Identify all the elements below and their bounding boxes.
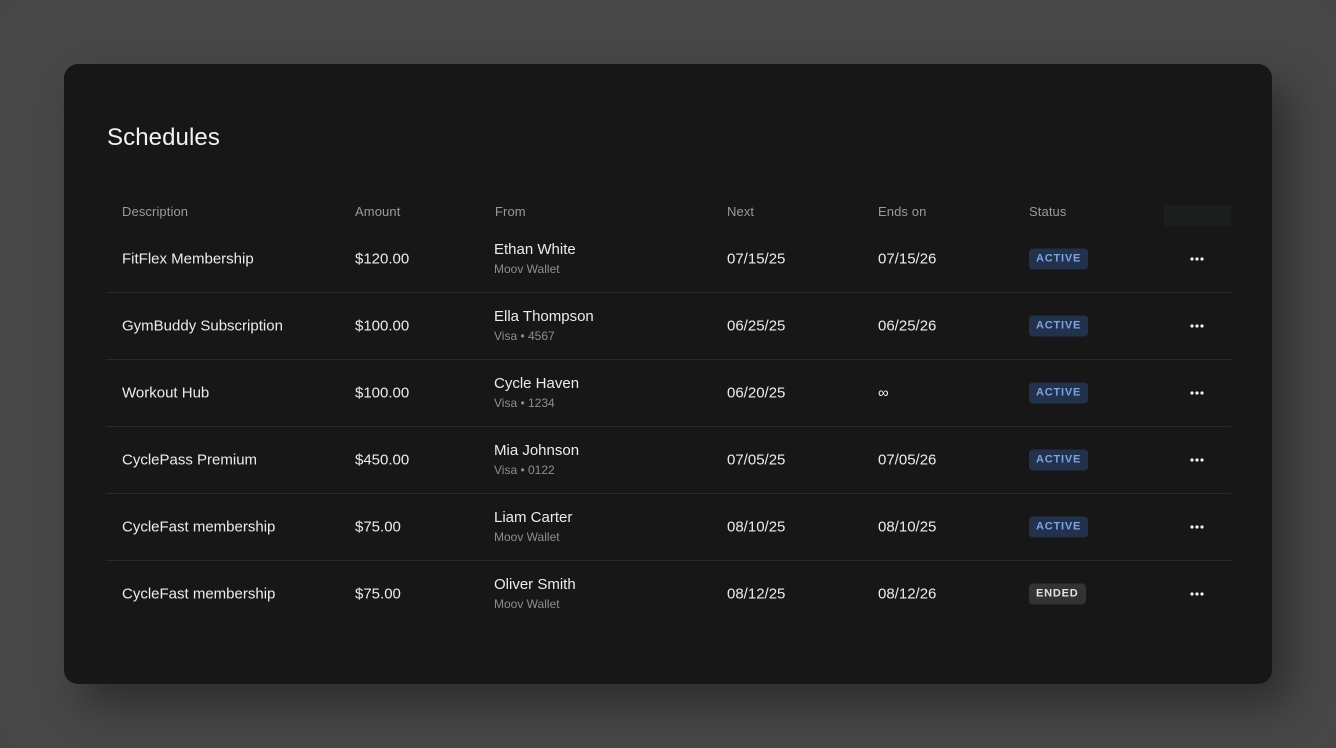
ends-on-cell: 07/05/26 bbox=[878, 451, 937, 469]
ends-on-cell: 08/12/26 bbox=[878, 585, 937, 603]
more-horizontal-icon[interactable] bbox=[1184, 316, 1210, 336]
ends-on-cell: 06/25/26 bbox=[878, 317, 937, 335]
from-cell: Liam Carter Moov Wallet bbox=[494, 509, 572, 545]
table-row[interactable]: CycleFast membership $75.00 Oliver Smith… bbox=[106, 561, 1231, 627]
from-cell: Ethan White Moov Wallet bbox=[494, 241, 576, 277]
more-dots-glyph bbox=[1190, 458, 1204, 462]
from-name: Mia Johnson bbox=[494, 442, 580, 459]
from-payment-method: Moov Wallet bbox=[494, 597, 560, 611]
column-header-actions bbox=[1164, 205, 1231, 226]
status-badge: ACTIVE bbox=[1029, 248, 1089, 270]
more-dots-glyph bbox=[1190, 324, 1204, 328]
page-title: Schedules bbox=[107, 124, 220, 151]
ends-on-cell: 07/15/26 bbox=[878, 250, 937, 268]
amount-cell: $120.00 bbox=[355, 250, 410, 268]
next-date-cell: 08/10/25 bbox=[727, 518, 786, 536]
status-badge: ACTIVE bbox=[1029, 449, 1089, 471]
table-header: Description Amount From Next Ends on Sta… bbox=[106, 200, 1231, 226]
page-background: Schedules Description Amount From Next E… bbox=[0, 0, 1336, 748]
table-row[interactable]: CycleFast membership $75.00 Liam Carter … bbox=[106, 494, 1231, 561]
amount-cell: $100.00 bbox=[355, 384, 410, 402]
more-horizontal-icon[interactable] bbox=[1184, 450, 1210, 470]
table-row[interactable]: CyclePass Premium $450.00 Mia Johnson Vi… bbox=[106, 427, 1231, 494]
status-badge: ACTIVE bbox=[1029, 382, 1089, 404]
more-dots-glyph bbox=[1190, 525, 1204, 529]
more-dots-glyph bbox=[1190, 257, 1204, 261]
ends-on-cell: ∞ bbox=[878, 384, 889, 402]
from-cell: Mia Johnson Visa • 0122 bbox=[494, 442, 579, 478]
more-horizontal-icon[interactable] bbox=[1184, 584, 1210, 604]
description-cell: FitFlex Membership bbox=[122, 250, 254, 268]
from-name: Liam Carter bbox=[494, 509, 573, 526]
column-header-next[interactable]: Next bbox=[727, 204, 754, 219]
amount-cell: $100.00 bbox=[355, 317, 410, 335]
next-date-cell: 07/15/25 bbox=[727, 250, 786, 268]
schedules-card: Schedules Description Amount From Next E… bbox=[64, 64, 1272, 684]
column-header-from[interactable]: From bbox=[495, 204, 526, 219]
from-name: Ella Thompson bbox=[494, 308, 594, 325]
table-body: FitFlex Membership $120.00 Ethan White M… bbox=[106, 226, 1231, 627]
from-payment-method: Moov Wallet bbox=[494, 262, 560, 276]
next-date-cell: 06/25/25 bbox=[727, 317, 786, 335]
description-cell: GymBuddy Subscription bbox=[122, 317, 283, 335]
from-payment-method: Visa • 0122 bbox=[494, 463, 555, 477]
column-header-ends-on[interactable]: Ends on bbox=[878, 204, 926, 219]
from-cell: Oliver Smith Moov Wallet bbox=[494, 576, 576, 612]
status-badge: ACTIVE bbox=[1029, 315, 1089, 337]
column-header-amount[interactable]: Amount bbox=[355, 204, 400, 219]
status-badge: ACTIVE bbox=[1029, 516, 1089, 538]
more-dots-glyph bbox=[1190, 592, 1204, 596]
column-header-description[interactable]: Description bbox=[122, 204, 188, 219]
column-header-status[interactable]: Status bbox=[1029, 204, 1066, 219]
from-payment-method: Visa • 4567 bbox=[494, 329, 555, 343]
from-name: Oliver Smith bbox=[494, 576, 576, 593]
amount-cell: $450.00 bbox=[355, 451, 410, 469]
from-cell: Ella Thompson Visa • 4567 bbox=[494, 308, 594, 344]
description-cell: Workout Hub bbox=[122, 384, 210, 402]
amount-cell: $75.00 bbox=[355, 518, 401, 536]
more-horizontal-icon[interactable] bbox=[1184, 383, 1210, 403]
next-date-cell: 06/20/25 bbox=[727, 384, 786, 402]
description-cell: CyclePass Premium bbox=[122, 451, 258, 469]
description-cell: CycleFast membership bbox=[122, 518, 276, 536]
from-cell: Cycle Haven Visa • 1234 bbox=[494, 375, 579, 411]
status-badge: ENDED bbox=[1029, 583, 1086, 605]
from-name: Cycle Haven bbox=[494, 375, 580, 392]
from-name: Ethan White bbox=[494, 241, 576, 258]
next-date-cell: 08/12/25 bbox=[727, 585, 786, 603]
next-date-cell: 07/05/25 bbox=[727, 451, 786, 469]
table-row[interactable]: FitFlex Membership $120.00 Ethan White M… bbox=[106, 226, 1231, 293]
from-payment-method: Moov Wallet bbox=[494, 530, 560, 544]
more-horizontal-icon[interactable] bbox=[1184, 517, 1210, 537]
ends-on-cell: 08/10/25 bbox=[878, 518, 937, 536]
amount-cell: $75.00 bbox=[355, 585, 401, 603]
description-cell: CycleFast membership bbox=[122, 585, 276, 603]
schedules-table: Description Amount From Next Ends on Sta… bbox=[106, 200, 1231, 627]
more-dots-glyph bbox=[1190, 391, 1204, 395]
from-payment-method: Visa • 1234 bbox=[494, 396, 555, 410]
table-row[interactable]: GymBuddy Subscription $100.00 Ella Thomp… bbox=[106, 293, 1231, 360]
more-horizontal-icon[interactable] bbox=[1184, 249, 1210, 269]
table-row[interactable]: Workout Hub $100.00 Cycle Haven Visa • 1… bbox=[106, 360, 1231, 427]
